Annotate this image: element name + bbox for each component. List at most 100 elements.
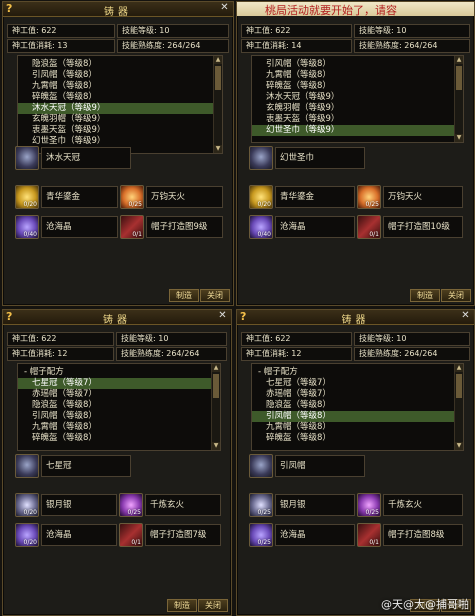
recipe-item[interactable]: 九霄帽（等级8） [18, 422, 220, 433]
material-qty: 0/20 [23, 539, 37, 546]
crafting-window-4: ? 铸器 ✕ 神工值: 622 技能等级: 10 神工值消耗: 12 技能熟练度: 264/… [236, 309, 475, 616]
notice-banner: 桃局活动就要开始了，请容 [237, 2, 474, 17]
recipe-list[interactable]: - 帽子配方 七星冠（等级7） 赤瑶帽（等级7） 隐浪盔（等级8） 引凤帽（等级8） 九霄… [17, 363, 221, 451]
crafting-window-2: 桃局活动就要开始了，请容 神工值: 622 技能等级: 10 神工值消耗: 14 技能熟… [236, 1, 475, 306]
material-silver-icon[interactable]: 0/25 [249, 493, 273, 517]
material-violet-icon[interactable]: 0/25 [357, 493, 381, 517]
title-bar[interactable]: ? 铸器 ✕ [3, 310, 231, 326]
scroll-thumb[interactable] [215, 66, 221, 90]
recipe-item[interactable]: 引凤帽（等级8） [18, 411, 220, 422]
craft-value: 神工值: 622 [7, 332, 114, 346]
recipe-item[interactable]: 隐浪盔（等级8） [18, 59, 222, 70]
material-purple-icon[interactable]: 0/20 [15, 523, 39, 547]
material-silver-icon[interactable]: 0/20 [15, 493, 39, 517]
recipe-item[interactable]: 九霄帽（等级8） [252, 70, 463, 81]
product-name: 沐水天冠 [41, 147, 131, 169]
recipe-item[interactable]: 碎魄盔（等级8） [252, 81, 463, 92]
recipe-item[interactable]: 九霄帽（等级8） [252, 422, 463, 433]
scroll-thumb[interactable] [456, 374, 462, 398]
recipe-item[interactable]: 隐浪盔（等级8） [18, 400, 220, 411]
material-fire-icon[interactable]: 0/25 [120, 185, 144, 209]
scroll-down-icon[interactable]: ▼ [214, 145, 222, 153]
recipe-item-selected[interactable]: 七星冠（等级7） [18, 378, 220, 389]
recipe-item[interactable]: 赤瑶帽（等级7） [252, 389, 463, 400]
list-scrollbar[interactable]: ▲ ▼ [454, 364, 463, 450]
recipe-item[interactable]: 玄魄羽帽（等级9） [252, 103, 463, 114]
title-bar[interactable]: ? 铸器 ✕ [237, 310, 474, 326]
close-icon[interactable]: ✕ [460, 310, 471, 321]
material-name: 万钧天火 [146, 186, 223, 208]
recipe-item[interactable]: 九霄帽（等级8） [18, 81, 222, 92]
product-icon [15, 454, 39, 478]
close-icon[interactable]: ✕ [219, 2, 230, 13]
material-scroll-icon[interactable]: 0/1 [119, 523, 143, 547]
scroll-up-icon[interactable]: ▲ [455, 364, 463, 372]
craft-button[interactable]: 制造 [169, 289, 199, 302]
material-qty: 0/25 [127, 509, 141, 516]
recipe-item-selected[interactable]: 沐水天冠（等级9） [18, 103, 222, 114]
recipe-list[interactable]: 隐浪盔（等级8） 引凤帽（等级8） 九霄帽（等级8） 碎魄盔（等级8） 沐水天冠（等级9… [17, 55, 223, 154]
material-scroll-icon[interactable]: 0/1 [120, 215, 144, 239]
craft-cost: 神工值消耗: 12 [7, 347, 114, 361]
crafting-window-1: ? 铸器 ✕ 神工值: 622 技能等级: 10 神工值消耗: 13 技能熟练度: 264/… [2, 1, 234, 306]
scroll-down-icon[interactable]: ▼ [455, 442, 463, 450]
recipe-list[interactable]: - 帽子配方 七星冠（等级7） 赤瑶帽（等级7） 隐浪盔（等级8） 引凤帽（等级8） 九霄… [251, 363, 464, 451]
product-name: 幻世圣巾 [275, 147, 365, 169]
craft-button[interactable]: 制造 [167, 599, 197, 612]
recipe-item-selected[interactable]: 幻世圣巾（等级9） [252, 125, 463, 136]
recipe-item-selected[interactable]: 引凤帽（等级8） [252, 411, 463, 422]
recipe-item[interactable]: 引风帽（等级8） [252, 59, 463, 70]
skill-level: 技能等级: 10 [117, 24, 229, 38]
material-purple-icon[interactable]: 0/40 [249, 215, 273, 239]
material-gold-icon[interactable]: 0/20 [249, 185, 273, 209]
scroll-thumb[interactable] [213, 374, 219, 398]
material-name: 沧海晶 [41, 216, 118, 238]
scroll-thumb[interactable] [456, 66, 462, 90]
material-name: 帽子打造图8级 [383, 524, 463, 546]
scroll-up-icon[interactable]: ▲ [214, 56, 222, 64]
material-name: 帽子打造图10级 [383, 216, 463, 238]
close-button[interactable]: 关闭 [198, 599, 228, 612]
scroll-down-icon[interactable]: ▼ [455, 134, 463, 142]
list-scrollbar[interactable]: ▲ ▼ [211, 364, 220, 450]
recipe-item[interactable]: 玄魄羽帽（等级9） [18, 114, 222, 125]
scroll-up-icon[interactable]: ▲ [212, 364, 220, 372]
scroll-down-icon[interactable]: ▼ [212, 442, 220, 450]
recipe-item[interactable]: 幻世圣巾（等级9） [18, 136, 222, 147]
material-scroll-icon[interactable]: 0/1 [357, 215, 381, 239]
material-qty: 0/1 [132, 231, 142, 238]
craft-button[interactable]: 制造 [410, 289, 440, 302]
recipe-item[interactable]: - 帽子配方 [252, 367, 463, 378]
material-gold-icon[interactable]: 0/20 [15, 185, 39, 209]
recipe-item[interactable]: 衷墨天盔（等级9） [18, 125, 222, 136]
scroll-up-icon[interactable]: ▲ [455, 56, 463, 64]
recipe-item[interactable]: 碎魄盔（等级8） [252, 433, 463, 444]
close-button[interactable]: 关闭 [200, 289, 230, 302]
material-qty: 0/25 [257, 509, 271, 516]
recipe-item[interactable]: - 帽子配方 [18, 367, 220, 378]
recipe-item[interactable]: 隐浪盔（等级8） [252, 400, 463, 411]
material-purple-icon[interactable]: 0/25 [249, 523, 273, 547]
close-button[interactable]: 关闭 [441, 289, 471, 302]
material-violet-icon[interactable]: 0/25 [119, 493, 143, 517]
title-bar[interactable]: ? 铸器 ✕ [3, 2, 233, 18]
skill-level: 技能等级: 10 [116, 332, 227, 346]
list-scrollbar[interactable]: ▲ ▼ [213, 56, 222, 153]
recipe-item[interactable]: 引凤帽（等级8） [18, 70, 222, 81]
recipe-item[interactable]: 七星冠（等级7） [252, 378, 463, 389]
recipe-item[interactable]: 碎魄盔（等级8） [18, 433, 220, 444]
material-purple-icon[interactable]: 0/40 [15, 215, 39, 239]
recipe-item[interactable]: 沐水天冠（等级9） [252, 92, 463, 103]
material-name: 青华鎏金 [275, 186, 355, 208]
recipe-item[interactable]: 衷墨天盔（等级9） [252, 114, 463, 125]
material-scroll-icon[interactable]: 0/1 [357, 523, 381, 547]
recipe-item[interactable]: 赤瑶帽（等级7） [18, 389, 220, 400]
proficiency: 技能熟练度: 264/264 [117, 39, 229, 53]
list-scrollbar[interactable]: ▲ ▼ [454, 56, 463, 142]
recipe-list[interactable]: 引风帽（等级8） 九霄帽（等级8） 碎魄盔（等级8） 沐水天冠（等级9） 玄魄羽帽（等级… [251, 55, 464, 143]
craft-cost: 神工值消耗: 13 [7, 39, 115, 53]
material-name: 沧海晶 [275, 216, 355, 238]
recipe-item[interactable]: 碎魄盔（等级8） [18, 92, 222, 103]
material-fire-icon[interactable]: 0/25 [357, 185, 381, 209]
close-icon[interactable]: ✕ [217, 310, 228, 321]
